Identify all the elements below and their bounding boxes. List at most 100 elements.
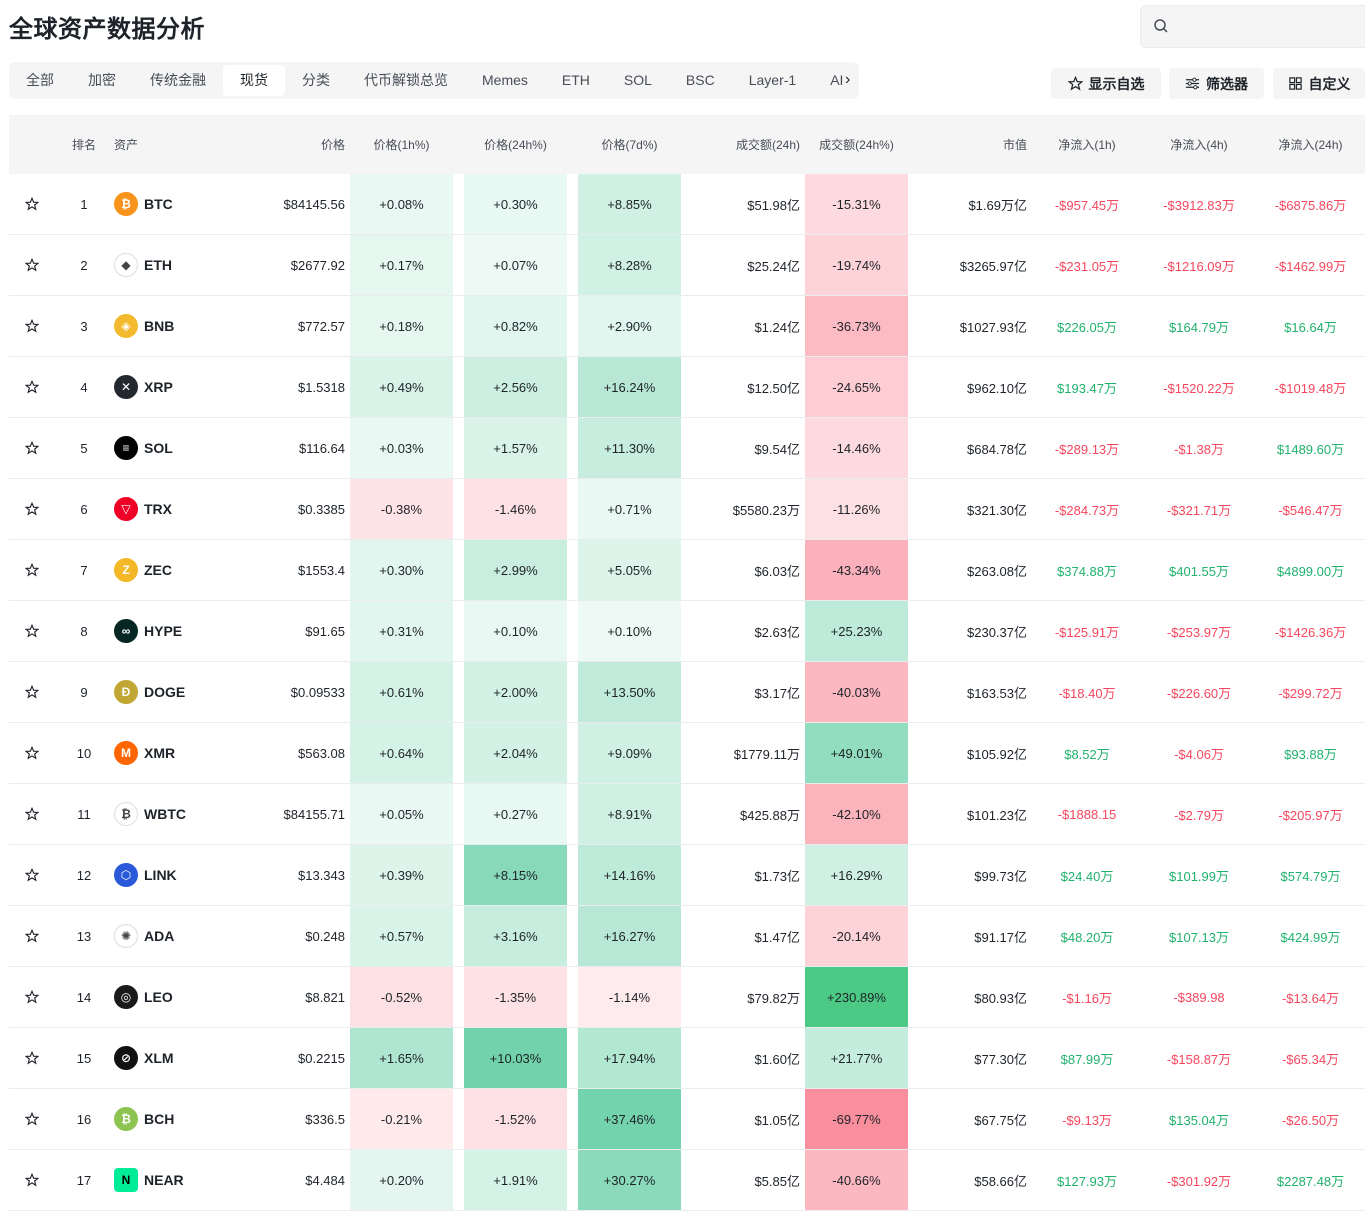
tab-7[interactable]: ETH [545,65,607,96]
table-row[interactable]: 2 ◆ ETH $2677.92 +0.17% +0.07% +8.28% $25.24亿 -1… [9,234,1365,296]
column-header-10[interactable]: 净流入(1h) [1032,115,1142,174]
asset-cell[interactable]: ◈ BNB [114,295,204,357]
favorite-star-icon[interactable] [9,1027,54,1089]
volume-change-cell: +21.77% [805,1027,908,1089]
asset-cell[interactable]: M XMR [114,722,204,784]
asset-cell[interactable]: ₿ WBTC [114,783,204,845]
table-row[interactable]: 13 ✺ ADA $0.248 +0.57% +3.16% +16.27% $1.47亿 -20… [9,905,1365,967]
favorite-star-icon[interactable] [9,783,54,845]
asset-cell[interactable]: ⬡ LINK [114,844,204,906]
asset-cell[interactable]: ₿ BTC [114,174,204,235]
tab-1[interactable]: 加密 [71,65,133,96]
favorite-star-icon[interactable] [9,478,54,540]
search-input[interactable] [1140,5,1365,48]
rank-cell: 11 [54,783,114,845]
change-24h-cell: +1.91% [464,1149,567,1211]
favorite-star-icon[interactable] [9,174,54,235]
table-row[interactable]: 7 Z ZEC $1553.4 +0.30% +2.99% +5.05% $6.03亿 -43.… [9,539,1365,601]
favorite-star-icon[interactable] [9,356,54,418]
column-header-2[interactable]: 资产 [114,115,204,174]
favorite-star-icon[interactable] [9,295,54,357]
column-header-4[interactable]: 价格(1h%) [350,115,453,174]
tab-6[interactable]: Memes [465,65,545,96]
tab-0[interactable]: 全部 [9,65,71,96]
column-header-8[interactable]: 成交额(24h%) [805,115,908,174]
table-row[interactable]: 9 Ð DOGE $0.09533 +0.61% +2.00% +13.50% $3.17亿 -… [9,661,1365,723]
customize-button[interactable]: 自定义 [1273,68,1365,99]
column-header-6[interactable]: 价格(7d%) [578,115,681,174]
table-row[interactable]: 14 ◎ LEO $8.821 -0.52% -1.35% -1.14% $79.82万 +23… [9,966,1365,1028]
net-inflow-24h-cell: -$6875.86万 [1256,174,1365,235]
asset-cell[interactable]: ⊘ XLM [114,1027,204,1089]
change-7d-cell: +11.30% [578,417,681,479]
favorite-star-icon[interactable] [9,844,54,906]
column-header-0[interactable] [9,115,54,174]
column-spacer [453,174,464,235]
asset-cell[interactable]: ✺ ADA [114,905,204,967]
change-1h-cell: +0.39% [350,844,453,906]
asset-cell[interactable]: N NEAR [114,1149,204,1211]
table-row[interactable]: 10 M XMR $563.08 +0.64% +2.04% +9.09% $1779.11万… [9,722,1365,784]
asset-cell[interactable]: Ð DOGE [114,661,204,723]
column-header-11[interactable]: 净流入(4h) [1142,115,1256,174]
favorite-star-icon[interactable] [9,1088,54,1150]
column-header-3[interactable]: 价格 [204,115,350,174]
change-7d-cell: +16.27% [578,905,681,967]
change-7d-cell: +37.46% [578,1088,681,1150]
tabs-next-icon[interactable]: › [845,71,850,89]
asset-cell[interactable]: ✕ XRP [114,356,204,418]
table-row[interactable]: 4 ✕ XRP $1.5318 +0.49% +2.56% +16.24% $12.50亿 -2… [9,356,1365,418]
asset-cell[interactable]: Z ZEC [114,539,204,601]
asset-cell[interactable]: ▽ TRX [114,478,204,540]
net-inflow-4h-cell: -$158.87万 [1142,1027,1256,1089]
favorite-star-icon[interactable] [9,905,54,967]
tab-2[interactable]: 传统金融 [133,65,223,96]
favorite-star-icon[interactable] [9,539,54,601]
market-cap-cell: $263.08亿 [908,539,1032,601]
column-spacer [567,1088,578,1150]
asset-cell[interactable]: ≡ SOL [114,417,204,479]
favorite-star-icon[interactable] [9,1149,54,1211]
column-header-5[interactable]: 价格(24h%) [464,115,567,174]
asset-cell[interactable]: ∞ HYPE [114,600,204,662]
table-row[interactable]: 11 ₿ WBTC $84155.71 +0.05% +0.27% +8.91% $425.8… [9,783,1365,845]
tab-5[interactable]: 代币解锁总览 [347,65,465,96]
column-spacer [453,600,464,662]
tab-9[interactable]: BSC [669,65,732,96]
watchlist-button[interactable]: 显示自选 [1051,68,1161,99]
filter-button[interactable]: 筛选器 [1169,68,1264,99]
table-row[interactable]: 17 N NEAR $4.484 +0.20% +1.91% +30.27% $5.85亿 -4… [9,1149,1365,1211]
table-row[interactable]: 8 ∞ HYPE $91.65 +0.31% +0.10% +0.10% $2.63亿 +25.… [9,600,1365,662]
table-row[interactable]: 3 ◈ BNB $772.57 +0.18% +0.82% +2.90% $1.24亿 -36.… [9,295,1365,357]
favorite-star-icon[interactable] [9,600,54,662]
column-header-12[interactable]: 净流入(24h) [1256,115,1365,174]
change-24h-cell: +2.99% [464,539,567,601]
tab-10[interactable]: Layer-1 [732,65,813,96]
favorite-star-icon[interactable] [9,661,54,723]
change-1h-cell: -0.52% [350,966,453,1028]
asset-symbol: SOL [144,440,173,456]
column-header-9[interactable]: 市值 [908,115,1032,174]
volume-change-cell: -15.31% [805,174,908,235]
table-row[interactable]: 12 ⬡ LINK $13.343 +0.39% +8.15% +14.16% $1.73亿 +… [9,844,1365,906]
tab-4[interactable]: 分类 [285,65,347,96]
ada-icon: ✺ [114,924,138,948]
tab-3[interactable]: 现货 [223,65,285,96]
favorite-star-icon[interactable] [9,722,54,784]
table-row[interactable]: 16 ₿ BCH $336.5 -0.21% -1.52% +37.46% $1.05亿 -69… [9,1088,1365,1150]
asset-cell[interactable]: ₿ BCH [114,1088,204,1150]
favorite-star-icon[interactable] [9,234,54,296]
asset-cell[interactable]: ◆ ETH [114,234,204,296]
column-header-1[interactable]: 排名 [54,115,114,174]
table-row[interactable]: 6 ▽ TRX $0.3385 -0.38% -1.46% +0.71% $5580.23万 -… [9,478,1365,540]
asset-cell[interactable]: ◎ LEO [114,966,204,1028]
column-header-7[interactable]: 成交额(24h) [681,115,805,174]
table-row[interactable]: 1 ₿ BTC $84145.56 +0.08% +0.30% +8.85% $51.98亿 -… [9,174,1365,235]
table-row[interactable]: 15 ⊘ XLM $0.2215 +1.65% +10.03% +17.94% $1.60亿 +… [9,1027,1365,1089]
change-7d-cell: +14.16% [578,844,681,906]
tab-11[interactable]: AI [813,65,859,96]
favorite-star-icon[interactable] [9,966,54,1028]
table-row[interactable]: 5 ≡ SOL $116.64 +0.03% +1.57% +11.30% $9.54亿 -14… [9,417,1365,479]
tab-8[interactable]: SOL [607,65,669,96]
favorite-star-icon[interactable] [9,417,54,479]
